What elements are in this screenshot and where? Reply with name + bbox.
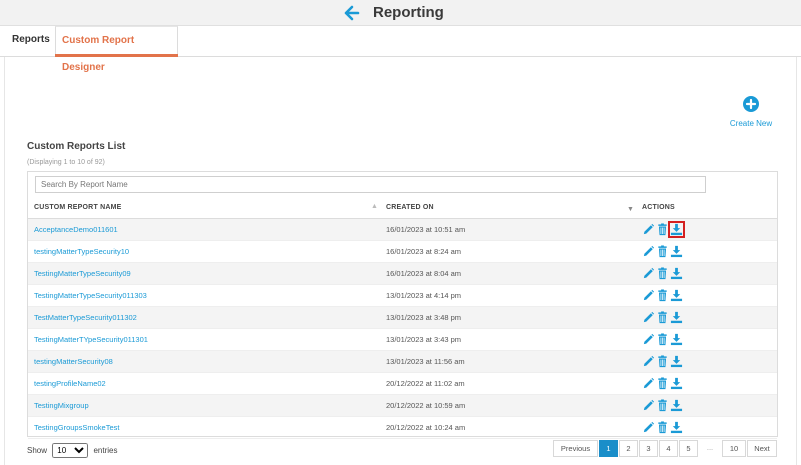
page-1[interactable]: 1 <box>599 440 618 457</box>
created-on: 16/01/2023 at 10:51 am <box>386 225 466 234</box>
download-icon[interactable] <box>670 245 683 258</box>
create-new-button[interactable]: Create New <box>729 96 773 128</box>
header-bar: Reporting <box>0 0 801 26</box>
edit-icon[interactable] <box>642 333 655 346</box>
download-icon[interactable] <box>670 289 683 302</box>
create-new-label: Create New <box>729 119 773 128</box>
table-row: TestingMatterTypeSecurity09 16/01/2023 at… <box>28 263 777 285</box>
page-3[interactable]: 3 <box>639 440 658 457</box>
edit-icon[interactable] <box>642 289 655 302</box>
entries-selector: Show 10 entries <box>27 443 118 458</box>
download-icon[interactable] <box>670 399 683 412</box>
download-highlight-box <box>668 221 685 238</box>
delete-icon[interactable] <box>656 245 669 258</box>
table-row: TestingMatterTypeSecurity011303 13/01/202… <box>28 285 777 307</box>
search-input[interactable] <box>35 176 706 193</box>
edit-icon[interactable] <box>642 377 655 390</box>
entries-label: entries <box>93 446 118 455</box>
edit-icon[interactable] <box>642 245 655 258</box>
column-header-actions: ACTIONS <box>642 204 675 211</box>
page-10[interactable]: 10 <box>722 440 746 457</box>
display-info: (Displaying 1 to 10 of 92) <box>27 159 105 166</box>
report-name-link[interactable]: TestingGroupsSmokeTest <box>34 423 119 432</box>
created-on: 13/01/2023 at 4:14 pm <box>386 291 462 300</box>
edit-icon[interactable] <box>642 311 655 324</box>
table-row: TestingGroupsSmokeTest 20/12/2022 at 10:2… <box>28 417 777 439</box>
pagination-ellipsis: ... <box>700 440 720 457</box>
column-header-name[interactable]: CUSTOM REPORT NAME <box>34 204 121 211</box>
created-on: 16/01/2023 at 8:24 am <box>386 247 462 256</box>
download-icon[interactable] <box>670 421 683 434</box>
report-name-link[interactable]: TestingMixgroup <box>34 401 89 410</box>
created-on: 20/12/2022 at 11:02 am <box>386 379 465 388</box>
table-row: TestingMatterTYpeSecurity011301 13/01/202… <box>28 329 777 351</box>
created-on: 13/01/2023 at 11:56 am <box>386 357 465 366</box>
delete-icon[interactable] <box>656 333 669 346</box>
report-name-link[interactable]: AcceptanceDemo011601 <box>34 225 118 234</box>
table-body: AcceptanceDemo011601 16/01/2023 at 10:51 … <box>28 219 777 439</box>
table-row: testingProfileName02 20/12/2022 at 11:02 … <box>28 373 777 395</box>
edit-icon[interactable] <box>642 421 655 434</box>
tab-reports[interactable]: Reports <box>6 26 56 57</box>
list-title: Custom Reports List <box>27 141 126 152</box>
report-name-link[interactable]: testingMatterSecurity08 <box>34 357 113 366</box>
page-4[interactable]: 4 <box>659 440 678 457</box>
download-icon[interactable] <box>670 333 683 346</box>
delete-icon[interactable] <box>656 377 669 390</box>
delete-icon[interactable] <box>656 267 669 280</box>
report-name-link[interactable]: testingProfileName02 <box>34 379 106 388</box>
created-on: 20/12/2022 at 10:24 am <box>386 423 466 432</box>
delete-icon[interactable] <box>656 289 669 302</box>
edit-icon[interactable] <box>642 267 655 280</box>
tab-custom-report-designer[interactable]: Custom Report Designer <box>55 26 178 73</box>
previous-button[interactable]: Previous <box>553 440 598 457</box>
delete-icon[interactable] <box>656 421 669 434</box>
created-on: 16/01/2023 at 8:04 am <box>386 269 462 278</box>
table-row: TestMatterTypeSecurity011302 13/01/2023 a… <box>28 307 777 329</box>
report-name-link[interactable]: TestingMatterTypeSecurity09 <box>34 269 131 278</box>
next-button[interactable]: Next <box>747 440 777 457</box>
edit-icon[interactable] <box>642 399 655 412</box>
download-icon[interactable] <box>670 267 683 280</box>
table-row: TestingMixgroup 20/12/2022 at 10:59 am <box>28 395 777 417</box>
report-name-link[interactable]: testingMatterTypeSecurity10 <box>34 247 129 256</box>
left-arrow-icon[interactable] <box>344 5 360 21</box>
download-icon[interactable] <box>670 311 683 324</box>
delete-icon[interactable] <box>656 311 669 324</box>
sort-desc-icon[interactable]: ▼ <box>627 206 634 213</box>
table-row: testingMatterTypeSecurity10 16/01/2023 at… <box>28 241 777 263</box>
column-header-created[interactable]: CREATED ON <box>386 204 434 211</box>
edit-icon[interactable] <box>642 355 655 368</box>
table-row: testingMatterSecurity08 13/01/2023 at 11:… <box>28 351 777 373</box>
page-5[interactable]: 5 <box>679 440 698 457</box>
page-title: Reporting <box>373 4 444 21</box>
download-icon[interactable] <box>670 355 683 368</box>
entries-select[interactable]: 10 <box>52 443 89 458</box>
page-2[interactable]: 2 <box>619 440 638 457</box>
report-name-link[interactable]: TestMatterTypeSecurity011302 <box>34 313 137 322</box>
created-on: 13/01/2023 at 3:43 pm <box>386 335 462 344</box>
download-icon[interactable] <box>670 377 683 390</box>
tab-bar: Reports Custom Report Designer <box>0 26 801 73</box>
report-name-link[interactable]: TestingMatterTYpeSecurity011301 <box>34 335 148 344</box>
reports-table: CUSTOM REPORT NAME ▲︎ CREATED ON ▼ ACTIO… <box>27 171 778 439</box>
plus-circle-icon <box>743 96 759 112</box>
table-header: CUSTOM REPORT NAME ▲︎ CREATED ON ▼ ACTIO… <box>28 198 777 219</box>
report-name-link[interactable]: TestingMatterTypeSecurity011303 <box>34 291 147 300</box>
delete-icon[interactable] <box>656 355 669 368</box>
created-on: 13/01/2023 at 3:48 pm <box>386 313 462 322</box>
table-row: AcceptanceDemo011601 16/01/2023 at 10:51 … <box>28 219 777 241</box>
delete-icon[interactable] <box>656 399 669 412</box>
edit-icon[interactable] <box>642 223 655 236</box>
show-label: Show <box>27 446 48 455</box>
sort-icon[interactable]: ▲︎ <box>371 203 378 210</box>
created-on: 20/12/2022 at 10:59 am <box>386 401 466 410</box>
